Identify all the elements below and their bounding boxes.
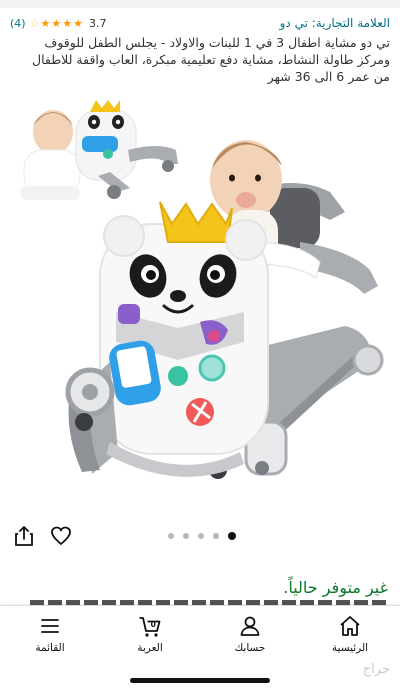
star-icon: ★ bbox=[62, 16, 73, 30]
product-title: تي دو مشاية اطفال 3 في 1 للبنات والاولاد… bbox=[32, 35, 390, 84]
nav-account-label: حسابك bbox=[234, 642, 266, 654]
rating-value: 3.7 bbox=[88, 16, 107, 30]
product-image bbox=[20, 100, 384, 479]
inset-image bbox=[20, 100, 178, 200]
carousel-dots[interactable] bbox=[168, 532, 236, 540]
rating-count[interactable]: (4) bbox=[10, 17, 26, 30]
bottom-nav: الرئيسية حسابك 0 العربة القائمة bbox=[0, 605, 400, 689]
share-icon[interactable] bbox=[14, 525, 34, 547]
carousel-dot-active[interactable] bbox=[228, 532, 236, 540]
nav-menu-label: القائمة bbox=[35, 642, 65, 654]
carousel-dot[interactable] bbox=[198, 533, 204, 539]
carousel-dot[interactable] bbox=[183, 533, 189, 539]
product-image-carousel[interactable] bbox=[0, 92, 400, 502]
rating[interactable]: (4) ☆ ★ ★ ★ ★ 3.7 bbox=[10, 17, 106, 30]
cart-count: 0 bbox=[151, 620, 156, 629]
rating-row: (4) ☆ ★ ★ ★ ★ 3.7 العلامة التجارية: تي د… bbox=[10, 14, 390, 32]
nav-cart[interactable]: 0 العربة bbox=[115, 614, 185, 654]
star-icon: ★ bbox=[51, 16, 62, 30]
star-icon: ★ bbox=[40, 16, 51, 30]
top-strip bbox=[0, 0, 400, 8]
user-icon bbox=[240, 616, 260, 636]
carousel-dot[interactable] bbox=[213, 533, 219, 539]
availability-status: غير متوفر حالياً. bbox=[283, 578, 388, 597]
home-indicator bbox=[130, 678, 270, 683]
watermark: حراج bbox=[362, 662, 390, 677]
brand-link[interactable]: العلامة التجارية: تي دو bbox=[280, 16, 390, 30]
nav-account[interactable]: حسابك bbox=[215, 614, 285, 654]
star-icon: ☆ bbox=[29, 16, 40, 30]
nav-home-label: الرئيسية bbox=[331, 642, 369, 654]
heart-icon[interactable] bbox=[50, 525, 72, 547]
star-icon: ★ bbox=[73, 16, 83, 30]
nav-menu[interactable]: القائمة bbox=[15, 614, 85, 654]
star-rating: ☆ ★ ★ ★ ★ bbox=[30, 18, 83, 29]
home-icon bbox=[340, 616, 360, 636]
actions-row bbox=[0, 523, 400, 549]
nav-home[interactable]: الرئيسية bbox=[315, 614, 385, 654]
hamburger-menu-icon bbox=[41, 619, 59, 633]
carousel-dot[interactable] bbox=[168, 533, 174, 539]
cart-icon: 0 bbox=[139, 617, 161, 637]
nav-cart-label: العربة bbox=[137, 642, 163, 654]
